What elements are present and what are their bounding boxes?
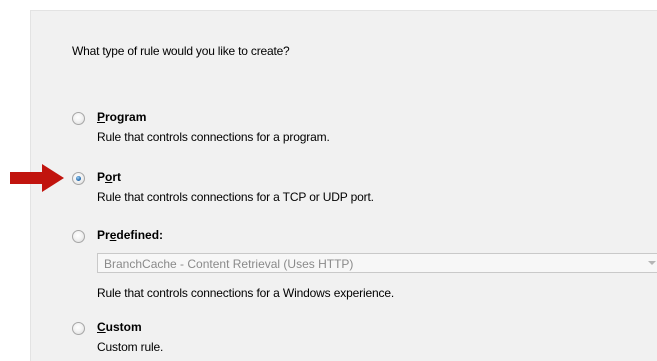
predefined-description: Rule that controls connections for a Win… [97,286,395,300]
predefined-label[interactable]: Predefined: [97,228,163,242]
chevron-down-icon[interactable] [648,261,656,265]
rule-type-question: What type of rule would you like to crea… [72,44,290,58]
program-label[interactable]: Program [97,110,146,124]
port-description: Rule that controls connections for a TCP… [97,190,374,204]
dialog-panel [30,10,657,361]
predefined-radio[interactable] [72,230,85,243]
custom-radio[interactable] [72,322,85,335]
port-label[interactable]: Port [97,170,121,184]
program-description: Rule that controls connections for a pro… [97,130,330,144]
program-radio[interactable] [72,112,85,125]
port-radio[interactable] [72,172,85,185]
predefined-rule-selected: BranchCache - Content Retrieval (Uses HT… [104,257,354,271]
custom-label[interactable]: Custom [97,320,142,334]
custom-description: Custom rule. [97,340,164,354]
predefined-rule-dropdown[interactable]: BranchCache - Content Retrieval (Uses HT… [97,253,657,273]
red-arrow-pointer-icon [10,164,64,192]
